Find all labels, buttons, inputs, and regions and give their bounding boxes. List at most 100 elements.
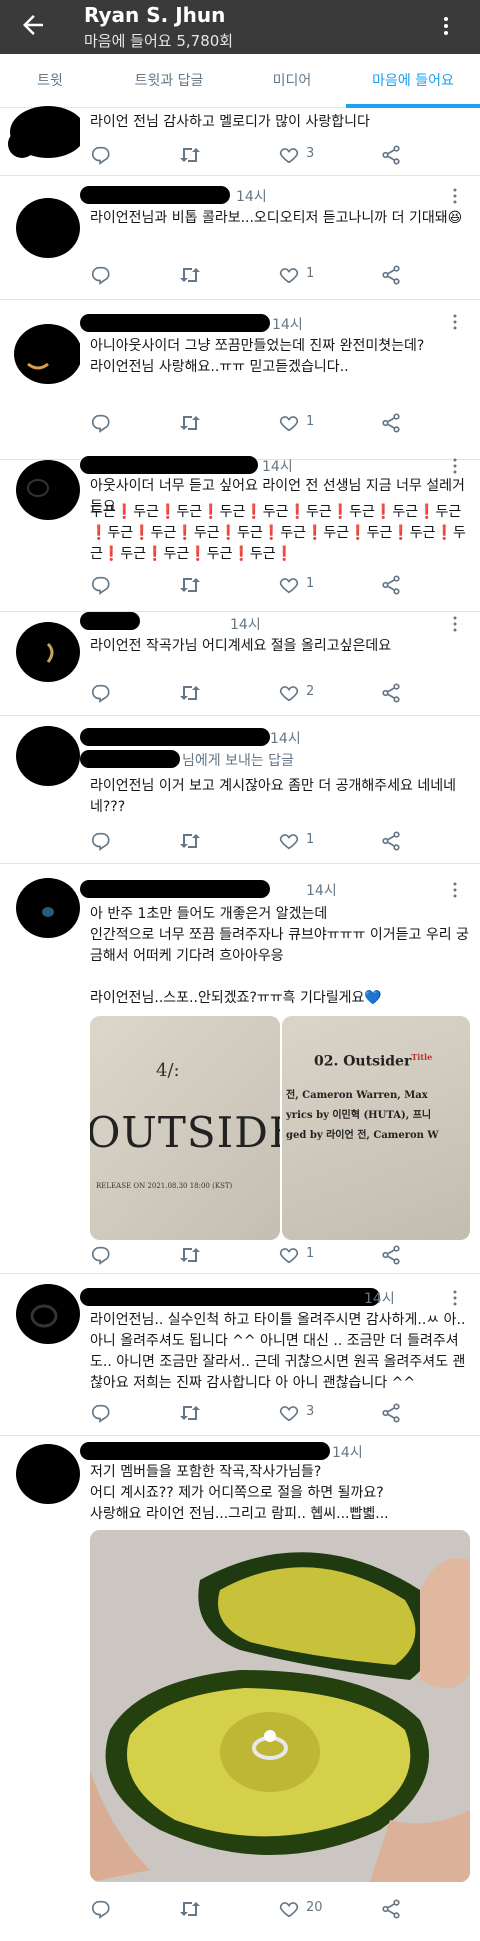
media-image-avocado-ring[interactable] [90, 1530, 470, 1882]
tweet-card[interactable]: 14시 라이언전님.. 실수인척 하고 타이틀 올려주시면 감사하게..ㅆ 아.… [0, 1274, 480, 1436]
share-icon [382, 683, 400, 703]
tweet-card[interactable]: 14시 라이언전 작곡가님 어디계세요 절을 올리고싶은데요 2 [0, 612, 480, 716]
reply-icon [91, 1900, 110, 1919]
tweet-text: 라이언전님 이거 보고 계시잖아요 좀만 더 공개해주세요 네네네네??? [90, 778, 457, 815]
reply-button[interactable] [90, 682, 150, 704]
tweet-menu-icon[interactable] [452, 1290, 458, 1306]
tweet-text: 라이언 전님 감사하고 멜로디가 많이 사랑합니다 [90, 114, 370, 130]
tweet-text: 라이언전님과 비톱 콜라보...오디오티저 듣고나니까 더 기대돼😆 [90, 210, 463, 226]
tweet-card[interactable]: 14시 아 반주 1초만 들어도 개좋은거 알겠는데 인간적으로 너무 쪼끔 들… [0, 864, 480, 1274]
tab-tweets-and-replies[interactable]: 트윗과 답글 [100, 54, 238, 108]
share-button[interactable] [380, 412, 440, 434]
like-count: 1 [306, 266, 315, 281]
tweet-card[interactable]: 라이언 전님 감사하고 멜로디가 많이 사랑합니다 3 [0, 106, 480, 176]
tweet-actions: 1 [90, 574, 450, 596]
like-button[interactable]: 1 [278, 1244, 338, 1266]
like-button[interactable]: 1 [278, 412, 338, 434]
reply-button[interactable] [90, 830, 150, 852]
tweet-menu-icon[interactable] [452, 882, 458, 898]
like-icon [279, 1248, 299, 1264]
retweet-button[interactable] [178, 144, 238, 166]
share-button[interactable] [380, 830, 440, 852]
tweet-actions: 1 [90, 1244, 450, 1266]
redacted-username [80, 186, 230, 204]
tweet-text: 라이언전님.. 실수인척 하고 타이틀 올려주시면 감사하게..ㅆ 아..아니 … [90, 1312, 466, 1391]
tab-likes[interactable]: 마음에 들어요 [346, 54, 480, 108]
avatar-redacted [16, 460, 80, 520]
like-icon [279, 268, 299, 284]
tweet-actions: 3 [90, 1402, 450, 1424]
reply-button[interactable] [90, 1898, 150, 1920]
reply-icon [91, 684, 110, 703]
tweet-menu-icon[interactable] [452, 458, 458, 474]
likes-count: 마음에 들어요 5,780회 [84, 32, 234, 50]
avatar-redacted [16, 1284, 80, 1344]
share-icon [382, 1403, 400, 1423]
share-button[interactable] [380, 574, 440, 596]
credits-line-1: 전, Cameron Warren, Max [286, 1090, 428, 1101]
release-date-text: RELEASE ON 2021.08.30 18:00 (KST) [96, 1182, 233, 1190]
retweet-button[interactable] [178, 830, 238, 852]
like-button[interactable]: 3 [278, 1402, 338, 1424]
share-icon [382, 265, 400, 285]
retweet-button[interactable] [178, 412, 238, 434]
like-count: 1 [306, 576, 315, 591]
retweet-icon [180, 148, 200, 162]
share-button[interactable] [380, 1244, 440, 1266]
tweet-menu-icon[interactable] [452, 616, 458, 632]
media-image-album-cover[interactable]: 4/: OUTSIDE RELEASE ON 2021.08.30 18:00 … [90, 1016, 280, 1240]
retweet-icon [180, 578, 200, 592]
retweet-button[interactable] [178, 1898, 238, 1920]
share-button[interactable] [380, 264, 440, 286]
like-icon [279, 1406, 299, 1422]
share-button[interactable] [380, 1402, 440, 1424]
tab-media[interactable]: 미디어 [238, 54, 346, 108]
retweet-button[interactable] [178, 264, 238, 286]
like-icon [279, 416, 299, 432]
like-button[interactable]: 1 [278, 264, 338, 286]
reply-button[interactable] [90, 412, 150, 434]
media-image-credits[interactable]: 02. OutsiderTitle 전, Cameron Warren, Max… [282, 1016, 470, 1240]
tweet-time: 14시 [270, 731, 301, 747]
reply-button[interactable] [90, 144, 150, 166]
reply-button[interactable] [90, 574, 150, 596]
like-button[interactable]: 1 [278, 830, 338, 852]
avatar-redacted [16, 198, 80, 258]
retweet-icon [180, 416, 200, 430]
retweet-button[interactable] [178, 682, 238, 704]
tweet-card[interactable]: 14시 아니아웃사이더 그냥 쪼끔만들었는데 진짜 완전미쳣는데? 라이언전님 … [0, 300, 480, 460]
tweet-card[interactable]: 14시 저기 멤버들을 포함한 작곡,작사가님들? 어디 계시죠?? 제가 어디… [0, 1436, 480, 1941]
like-count: 1 [306, 832, 315, 847]
retweet-button[interactable] [178, 574, 238, 596]
share-button[interactable] [380, 1898, 440, 1920]
tweet-card[interactable]: 14시 아웃사이더 너무 듣고 싶어요 라이언 전 선생님 지금 너무 설레거든… [0, 456, 480, 612]
retweet-button[interactable] [178, 1402, 238, 1424]
like-button[interactable]: 1 [278, 574, 338, 596]
share-button[interactable] [380, 682, 440, 704]
share-button[interactable] [380, 144, 440, 166]
retweet-icon [180, 686, 200, 700]
avatar-redacted [8, 106, 80, 158]
like-button[interactable]: 2 [278, 682, 338, 704]
like-button[interactable]: 3 [278, 144, 338, 166]
tweet-menu-icon[interactable] [452, 314, 458, 330]
credits-line-3: ged by 라이언 전, Cameron W [286, 1130, 439, 1141]
reply-button[interactable] [90, 264, 150, 286]
tweet-card[interactable]: 14시 님에게 보내는 답글 라이언전님 이거 보고 계시잖아요 좀만 더 공개… [0, 716, 480, 864]
like-button[interactable]: 20 [278, 1898, 338, 1920]
retweet-button[interactable] [178, 1244, 238, 1266]
share-icon [382, 831, 400, 851]
tweet-card[interactable]: 14시 라이언전님과 비톱 콜라보...오디오티저 듣고나니까 더 기대돼😆 1 [0, 176, 480, 300]
avatar-redacted [16, 622, 80, 682]
more-options-icon[interactable] [434, 14, 458, 38]
reply-button[interactable] [90, 1244, 150, 1266]
tweet-actions: 1 [90, 264, 450, 286]
tweet-menu-icon[interactable] [452, 188, 458, 204]
share-icon [382, 1245, 400, 1265]
reply-button[interactable] [90, 1402, 150, 1424]
tweet-actions: 2 [90, 682, 450, 704]
reply-icon [91, 266, 110, 285]
reply-icon [91, 414, 110, 433]
back-arrow-icon[interactable] [18, 10, 48, 40]
redacted-username [80, 880, 270, 898]
